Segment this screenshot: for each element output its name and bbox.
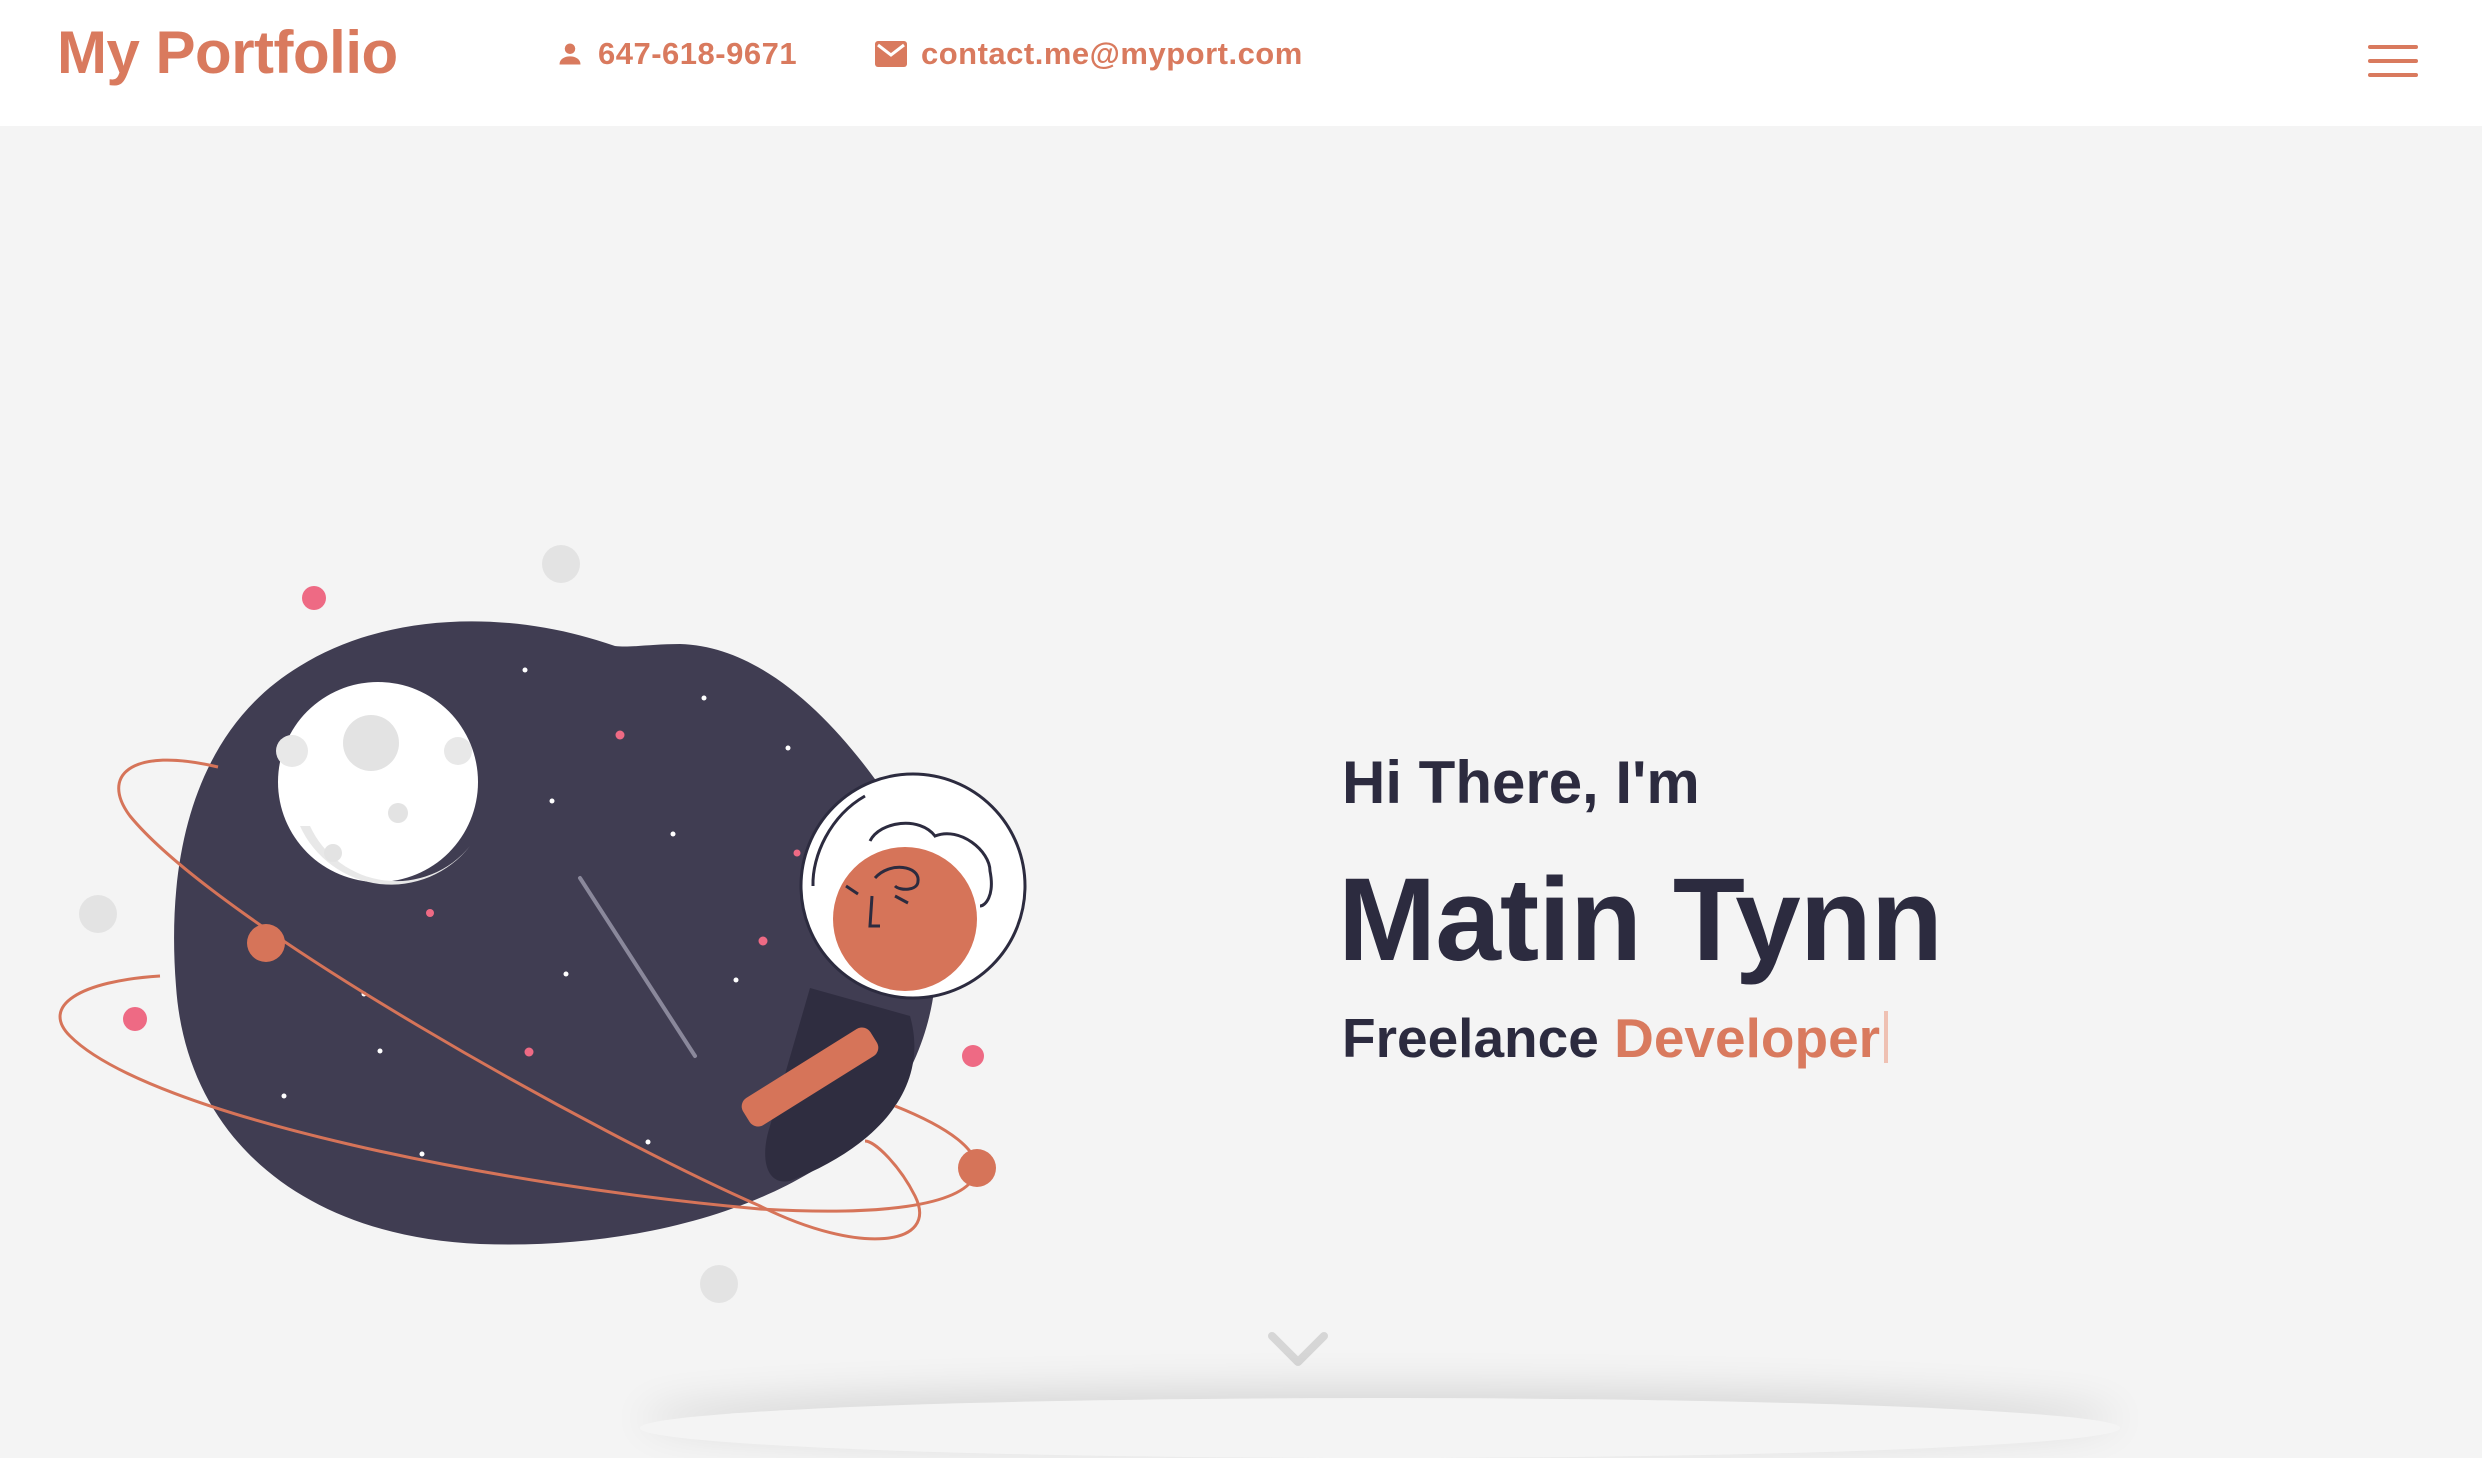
email-contact-link[interactable]: contact.me@myport.com <box>875 36 1303 72</box>
hamburger-icon-line-bottom <box>2368 73 2418 77</box>
email-address: contact.me@myport.com <box>921 36 1303 71</box>
grey-dot-icon <box>542 545 580 583</box>
orbit-moon-icon <box>247 924 285 962</box>
hero-tagline: Freelance Developer <box>1342 1006 1889 1070</box>
pink-dot-icon <box>302 586 326 610</box>
tagline-role: Developer <box>1614 1007 1881 1069</box>
person-icon <box>559 43 581 65</box>
grey-dot-icon <box>700 1265 738 1303</box>
typing-cursor <box>1884 1011 1889 1063</box>
phone-number: 647-618-9671 <box>598 36 798 71</box>
chevron-down-icon <box>1268 1332 1328 1366</box>
space-astronaut-illustration <box>58 545 1027 1303</box>
mail-icon <box>875 41 907 67</box>
hamburger-icon-line-top <box>2368 45 2418 49</box>
hamburger-menu-button[interactable] <box>2368 42 2418 80</box>
moon-icon <box>278 682 478 882</box>
next-section-edge <box>640 1398 2120 1458</box>
scroll-down-button[interactable] <box>1268 1330 1328 1375</box>
pink-dot-icon <box>962 1045 984 1067</box>
tagline-prefix: Freelance <box>1342 1007 1599 1069</box>
orbit-moon-icon <box>958 1149 996 1187</box>
hero-greeting: Hi There, I'm <box>1342 749 1700 816</box>
hamburger-icon-line-middle <box>2368 59 2418 63</box>
grey-dot-icon <box>79 895 117 933</box>
brand-logo-link[interactable]: My Portfolio <box>57 18 398 87</box>
top-navbar: My Portfolio 647-618-9671 contact.me@myp… <box>0 0 2482 126</box>
hero-name: Matin Tynn <box>1338 854 1943 986</box>
pink-dot-icon <box>123 1007 147 1031</box>
phone-contact-link[interactable]: 647-618-9671 <box>556 36 797 72</box>
hero-section: Hi There, I'm Matin Tynn Freelance Devel… <box>0 126 2482 1458</box>
